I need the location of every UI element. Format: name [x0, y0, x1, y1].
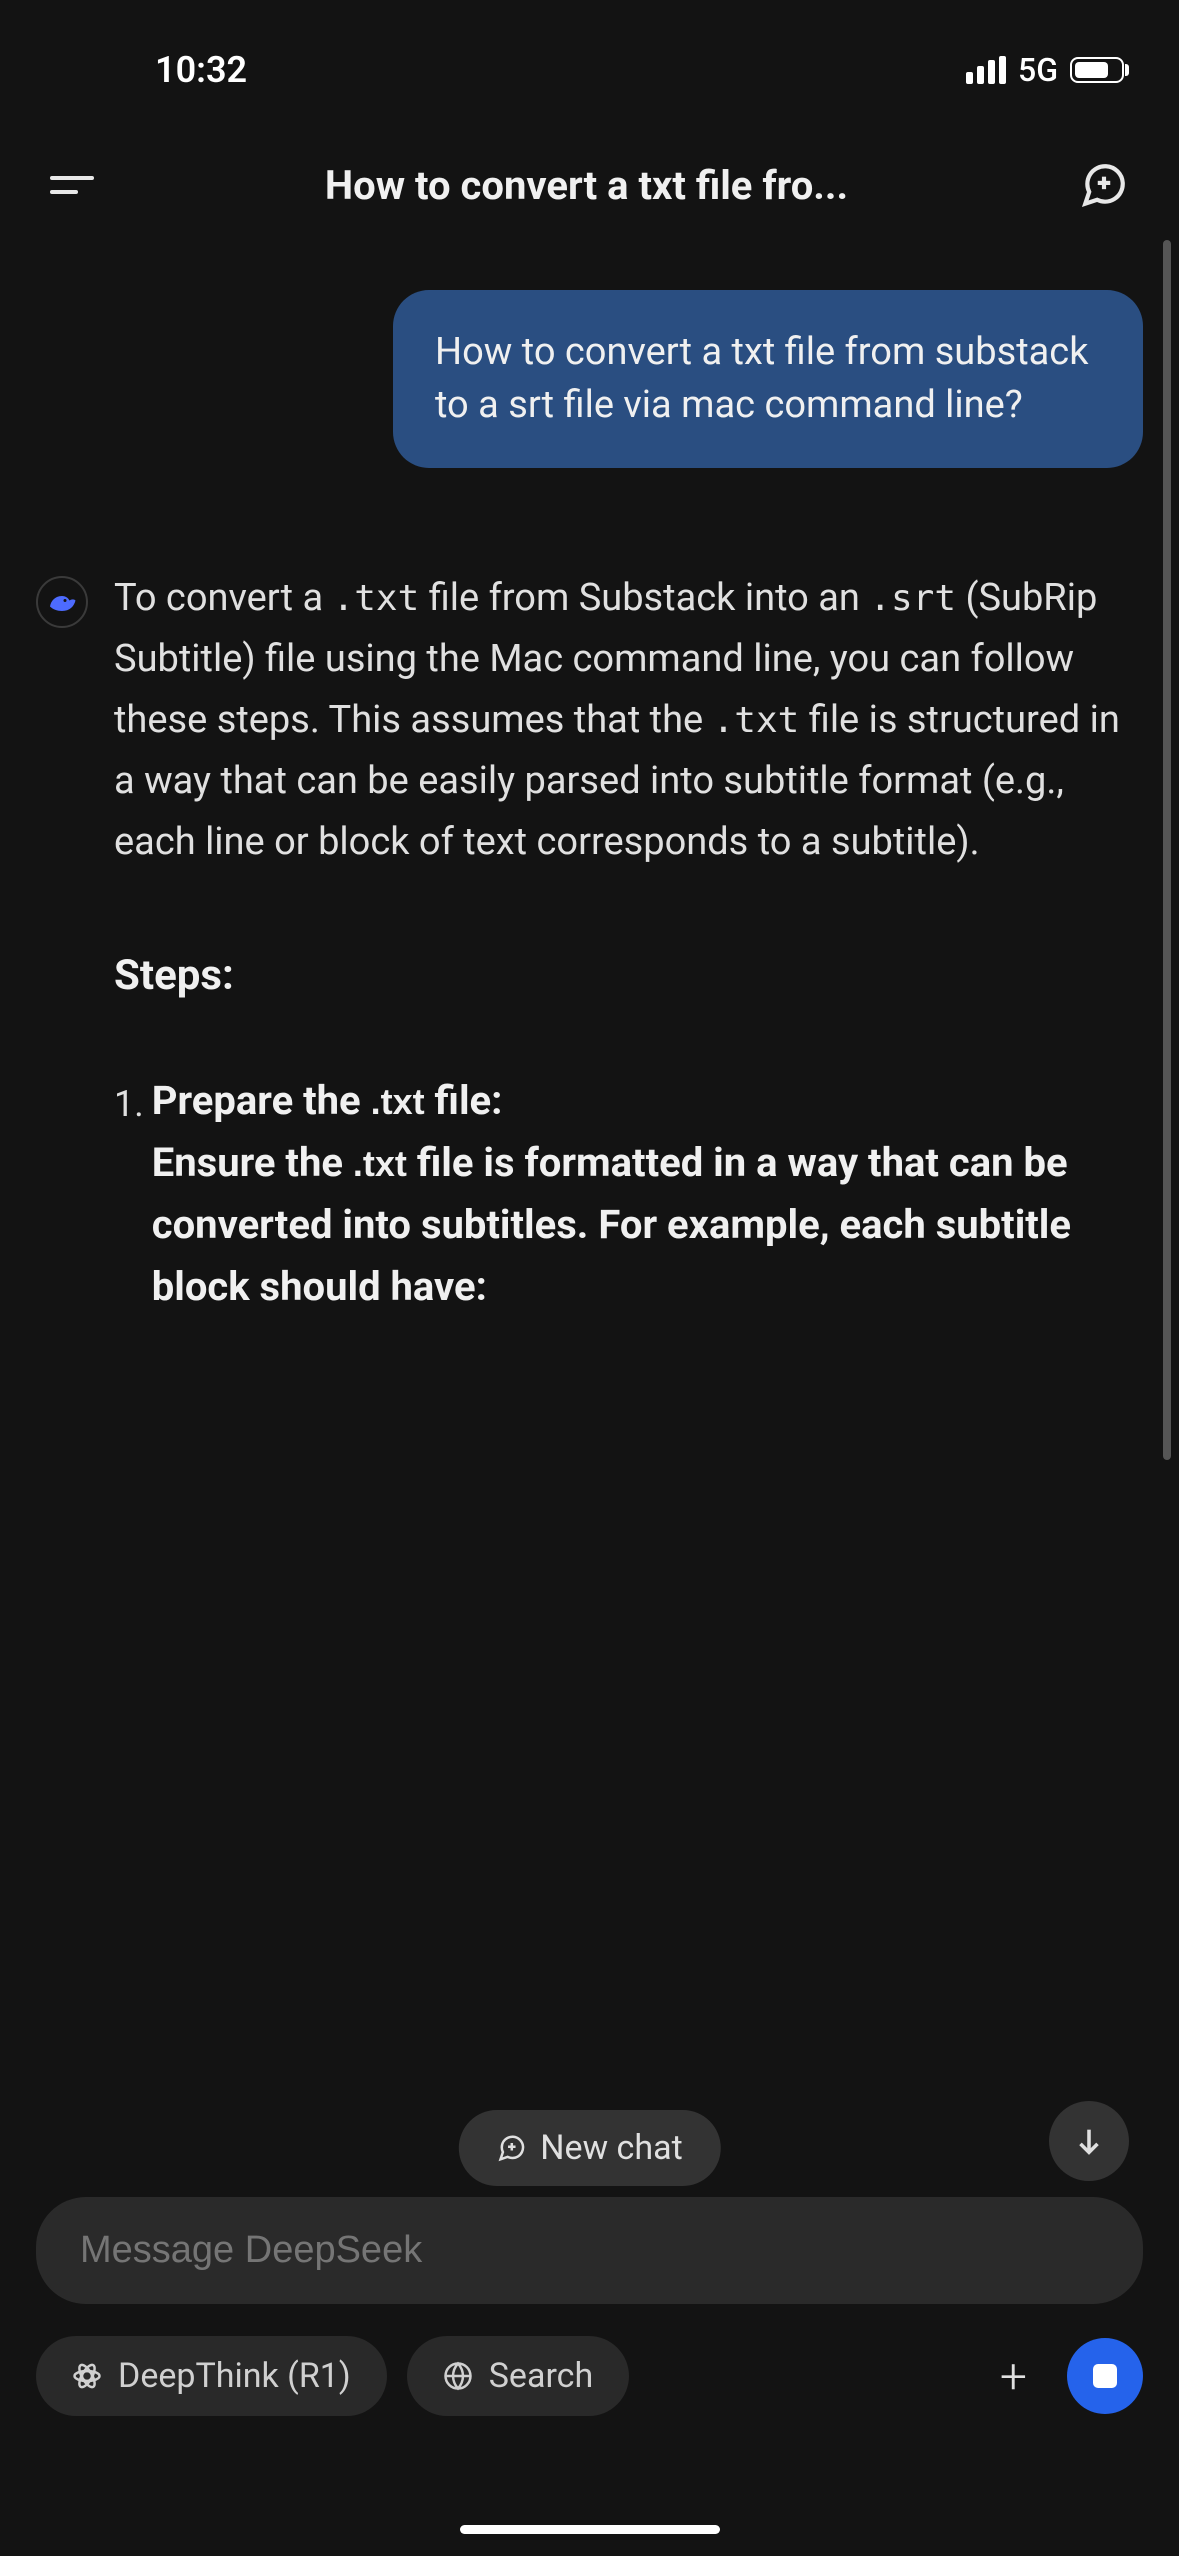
step-body: Prepare the .txt file: Ensure the .txt f…	[152, 1070, 1143, 1318]
new-chat-button[interactable]: New chat	[458, 2110, 720, 2186]
status-bar: 10:32 5G	[0, 0, 1179, 120]
step-number: 1.	[114, 1070, 144, 1318]
search-label: Search	[489, 2356, 593, 2396]
assistant-avatar	[36, 576, 88, 628]
bottom-toolbar: DeepThink (R1) Search +	[36, 2336, 1143, 2416]
user-bubble: How to convert a txt file from substack …	[393, 290, 1143, 468]
status-indicators: 5G	[966, 51, 1124, 89]
header: How to convert a txt file fro...	[0, 120, 1179, 240]
page-title: How to convert a txt file fro...	[94, 162, 1079, 209]
new-chat-label: New chat	[540, 2128, 682, 2168]
search-button[interactable]: Search	[407, 2336, 629, 2416]
stop-button[interactable]	[1067, 2338, 1143, 2414]
code-inline: .txt	[333, 578, 420, 619]
signal-icon	[966, 56, 1006, 84]
battery-icon	[1070, 57, 1124, 83]
home-indicator[interactable]	[460, 2525, 720, 2534]
scrollbar[interactable]	[1163, 240, 1171, 1460]
scroll-down-button[interactable]	[1049, 2101, 1129, 2181]
message-input[interactable]	[36, 2197, 1143, 2304]
new-chat-icon[interactable]	[1079, 160, 1129, 210]
network-type: 5G	[1018, 51, 1058, 89]
chat-content[interactable]: How to convert a txt file from substack …	[0, 240, 1179, 1318]
code-inline: .txt	[713, 700, 800, 741]
step-item: 1. Prepare the .txt file: Ensure the .tx…	[114, 1070, 1143, 1318]
status-time: 10:32	[55, 49, 247, 91]
code-inline: .srt	[869, 578, 956, 619]
plus-button[interactable]: +	[980, 2348, 1047, 2405]
menu-icon[interactable]	[50, 176, 94, 194]
input-area: DeepThink (R1) Search +	[0, 2197, 1179, 2416]
code-inline: .txt	[353, 1143, 407, 1184]
assistant-message: To convert a .txt file from Substack int…	[36, 568, 1143, 1317]
assistant-text: To convert a .txt file from Substack int…	[114, 568, 1143, 1317]
user-message: How to convert a txt file from substack …	[36, 290, 1143, 468]
deepthink-label: DeepThink (R1)	[118, 2356, 351, 2396]
deepthink-button[interactable]: DeepThink (R1)	[36, 2336, 387, 2416]
stop-icon	[1093, 2364, 1117, 2388]
steps-heading: Steps:	[114, 942, 1143, 1009]
code-inline: .txt	[371, 1081, 425, 1122]
